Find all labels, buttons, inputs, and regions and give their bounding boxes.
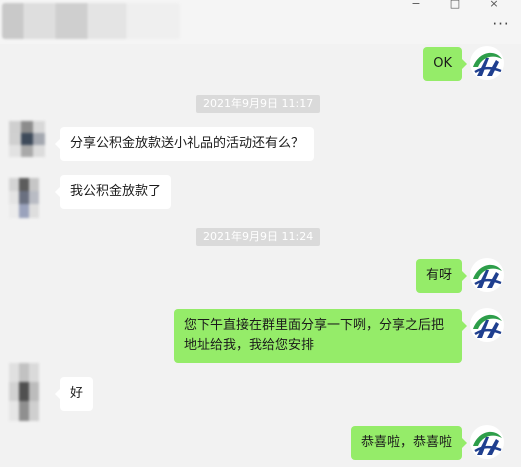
incoming-message-bubble[interactable]: 我公积金放款了 bbox=[54, 175, 172, 209]
outgoing-message-bubble[interactable]: 有呀 bbox=[415, 259, 468, 293]
contact-avatar-pixelated-icon[interactable] bbox=[9, 363, 39, 421]
chat-title-bar: − □ × ··· bbox=[0, 0, 521, 44]
outgoing-message-bubble[interactable]: OK bbox=[423, 47, 467, 81]
minimize-button[interactable]: − bbox=[406, 0, 426, 10]
close-button[interactable]: × bbox=[484, 0, 504, 10]
incoming-message-bubble[interactable]: 好 bbox=[54, 377, 94, 411]
contact-avatar-pixelated-icon[interactable] bbox=[9, 178, 39, 218]
message-text: 好 bbox=[70, 386, 84, 401]
outgoing-message-bubble[interactable]: 恭喜啦，恭喜啦 bbox=[350, 426, 468, 460]
self-avatar-logo-icon[interactable] bbox=[469, 257, 505, 293]
contact-avatar-pixelated-icon[interactable] bbox=[9, 121, 45, 157]
self-avatar-logo-icon[interactable] bbox=[469, 307, 505, 343]
incoming-message-bubble[interactable]: 分享公积金放款送小礼品的活动还有么？ bbox=[54, 127, 315, 161]
message-text: OK bbox=[433, 56, 452, 71]
outgoing-message-bubble[interactable]: 您下午直接在群里面分享一下咧，分享之后把地址给我，我给您安排 bbox=[174, 309, 467, 363]
message-timestamp: 2021年9月9日 11:24 bbox=[196, 228, 321, 246]
message-text: 我公积金放款了 bbox=[70, 184, 162, 199]
message-timestamp: 2021年9月9日 11:17 bbox=[196, 95, 321, 113]
message-text: 有呀 bbox=[425, 268, 452, 283]
more-options-button[interactable]: ··· bbox=[489, 17, 513, 34]
self-avatar-logo-icon[interactable] bbox=[469, 45, 505, 81]
message-text: 分享公积金放款送小礼品的活动还有么？ bbox=[70, 136, 305, 151]
maximize-button[interactable]: □ bbox=[445, 0, 465, 10]
message-text: 您下午直接在群里面分享一下咧，分享之后把地址给我，我给您安排 bbox=[184, 318, 445, 353]
self-avatar-logo-icon[interactable] bbox=[469, 424, 505, 460]
contact-name-blurred bbox=[2, 3, 180, 39]
message-text: 恭喜啦，恭喜啦 bbox=[360, 435, 452, 450]
